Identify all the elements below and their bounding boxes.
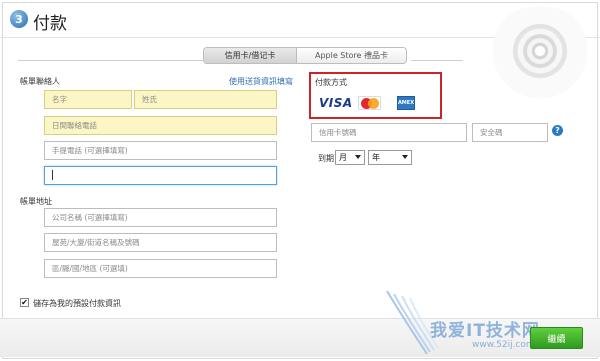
chevron-down-icon: [355, 155, 361, 159]
first-name-field[interactable]: 名字: [44, 90, 132, 109]
tab-gift-card[interactable]: Apple Store 禮品卡: [296, 48, 406, 63]
expiry-label: 到期: [318, 154, 334, 163]
mobile-phone-field[interactable]: 手提電話 (可選擇填寫): [44, 141, 277, 160]
security-code-field[interactable]: 安全碼: [472, 123, 548, 142]
expiry-month-value: 月: [339, 153, 347, 162]
help-icon[interactable]: ?: [552, 125, 563, 136]
visa-icon: VISA: [319, 96, 353, 110]
watermark-url: www.52ij.com: [472, 340, 535, 350]
chevron-down-icon: [402, 155, 408, 159]
text-cursor: [52, 170, 53, 180]
page-title: 付款: [33, 14, 67, 34]
watermark-text: 我爱IT技术网: [430, 321, 540, 341]
payment-method-heading: 付款方式: [315, 78, 347, 87]
email-field[interactable]: [44, 166, 277, 185]
mastercard-icon: [358, 96, 381, 110]
billing-contact-heading: 帳單聯絡人: [20, 77, 60, 86]
tab-divider-left: [18, 60, 203, 61]
tab-divider-right: [411, 60, 463, 61]
use-shipping-info-link[interactable]: 使用送貨資訊填寫: [229, 76, 293, 87]
save-default-label: 儲存為我的預設付款資訊: [33, 299, 121, 308]
last-name-field[interactable]: 姓氏: [134, 90, 277, 109]
billing-address-heading: 帳單地址: [20, 197, 52, 206]
payment-type-tabs: 信用卡/借记卡 Apple Store 禮品卡: [203, 47, 407, 64]
card-number-field[interactable]: 信用卡號碼: [311, 123, 467, 142]
tab-credit-card[interactable]: 信用卡/借记卡: [204, 48, 296, 63]
district-field[interactable]: 區/縣/國/地區 (可選填): [44, 259, 277, 278]
swirl-decoration-icon: [484, 6, 596, 106]
expiry-year-value: 年: [372, 153, 380, 162]
step-number-badge: 3: [10, 10, 28, 28]
expiry-month-select[interactable]: 月: [335, 150, 365, 165]
amex-icon: AMEX: [397, 96, 415, 110]
save-default-checkbox[interactable]: ✔: [20, 298, 29, 307]
continue-button[interactable]: 繼續: [530, 327, 583, 349]
expiry-year-select[interactable]: 年: [368, 150, 412, 165]
company-name-field[interactable]: 公司名稱 (可選擇填寫): [44, 208, 277, 227]
street-address-field[interactable]: 屋苑/大廈/街道名稱及號碼: [44, 233, 277, 252]
day-phone-field[interactable]: 日間聯絡電話: [44, 116, 277, 135]
